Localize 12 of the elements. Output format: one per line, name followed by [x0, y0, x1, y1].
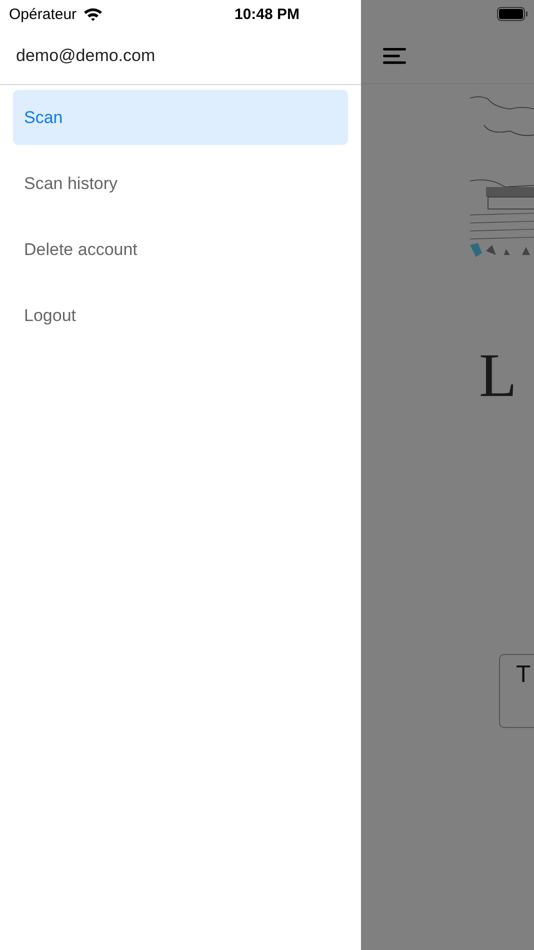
- menu-item[interactable]: Logout: [13, 288, 348, 343]
- account-email: demo@demo.com: [16, 46, 156, 66]
- status-time: 10:48 PM: [234, 6, 300, 22]
- menu-item[interactable]: Delete account: [13, 222, 348, 277]
- page-heading: L: [479, 345, 518, 407]
- wifi-icon: [82, 7, 103, 21]
- carrier-name: Opérateur: [9, 6, 77, 22]
- battery-icon: [497, 7, 528, 21]
- menu-icon[interactable]: [383, 48, 407, 64]
- text-field[interactable]: T: [499, 654, 534, 728]
- menu-item[interactable]: Scan: [13, 90, 348, 145]
- menu-item[interactable]: Scan history: [13, 156, 348, 211]
